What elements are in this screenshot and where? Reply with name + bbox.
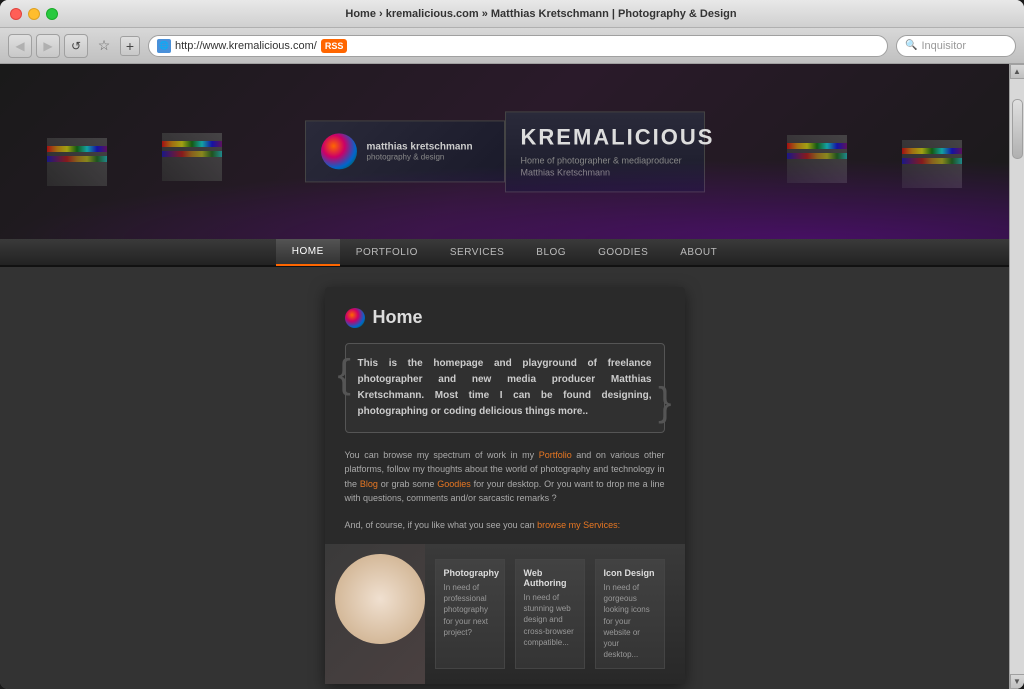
rss-button[interactable]: RSS xyxy=(321,39,348,53)
scroll-up-button[interactable]: ▲ xyxy=(1010,64,1024,79)
address-text: http://www.kremalicious.com/ xyxy=(175,40,317,52)
site-header: matthias kretschmann photography & desig… xyxy=(0,64,1009,239)
browser-window: Home › kremalicious.com » Matthias Krets… xyxy=(0,0,1024,689)
service-web-desc: In need of stunning web design and cross… xyxy=(524,592,576,648)
site-description: Home of photographer & mediaproducer Mat… xyxy=(521,154,689,179)
nav-portfolio[interactable]: Portfolio xyxy=(340,238,434,266)
services-row: Photography In need of professional phot… xyxy=(325,544,685,684)
title-bar: Home › kremalicious.com » Matthias Krets… xyxy=(0,0,1024,28)
portfolio-link[interactable]: Portfolio xyxy=(539,450,572,460)
color-thumb-3 xyxy=(787,135,847,183)
color-thumb-4 xyxy=(902,140,962,188)
close-button[interactable] xyxy=(10,8,22,20)
search-bar[interactable]: 🔍 Inquisitor xyxy=(896,35,1016,57)
reload-icon: ↺ xyxy=(71,39,81,53)
address-bar[interactable]: 🌐 http://www.kremalicious.com/ RSS xyxy=(148,35,888,57)
service-web-authoring[interactable]: Web Authoring In need of stunning web de… xyxy=(515,559,585,669)
logo-text: matthias kretschmann photography & desig… xyxy=(367,142,473,162)
window-title: Home › kremalicious.com » Matthias Krets… xyxy=(68,8,1014,20)
intro-text: This is the homepage and playground of f… xyxy=(358,356,652,420)
content-box: Home This is the homepage and playground… xyxy=(325,287,685,684)
body-text-2: And, of course, if you like what you see… xyxy=(345,518,665,532)
service-web-title: Web Authoring xyxy=(524,568,576,588)
scroll-down-button[interactable]: ▼ xyxy=(1010,674,1024,689)
search-placeholder: Inquisitor xyxy=(921,40,966,52)
title-orb xyxy=(345,308,365,328)
forward-button[interactable]: ▶ xyxy=(36,34,60,58)
nav-services[interactable]: Services xyxy=(434,238,520,266)
minimize-button[interactable] xyxy=(28,8,40,20)
scrollbar-track[interactable] xyxy=(1010,79,1024,674)
coffee-cup xyxy=(335,554,425,644)
logo-area: matthias kretschmann photography & desig… xyxy=(305,111,705,192)
intro-box: This is the homepage and playground of f… xyxy=(345,343,665,433)
reload-button[interactable]: ↺ xyxy=(64,34,88,58)
services-image xyxy=(325,544,425,684)
logo-sub: photography & design xyxy=(367,153,473,162)
logo-orb xyxy=(321,134,357,170)
service-icon-desc: In need of gorgeous looking icons for yo… xyxy=(604,582,656,660)
back-button[interactable]: ◀ xyxy=(8,34,32,58)
page-title: Home xyxy=(345,307,665,328)
service-icon-design[interactable]: Icon Design In need of gorgeous looking … xyxy=(595,559,665,669)
services-link[interactable]: browse my Services: xyxy=(537,520,620,530)
back-icon: ◀ xyxy=(15,39,24,53)
service-photography-desc: In need of professional photography for … xyxy=(444,582,496,638)
favicon: 🌐 xyxy=(157,39,171,53)
nav-about[interactable]: About xyxy=(664,238,733,266)
website: matthias kretschmann photography & desig… xyxy=(0,64,1009,689)
search-icon: 🔍 xyxy=(905,40,917,51)
toolbar: ◀ ▶ ↺ ☆ + 🌐 http://www.kremalicious.com/… xyxy=(0,28,1024,64)
body-text-1: You can browse my spectrum of work in my… xyxy=(345,448,665,506)
scrollbar: ▲ ▼ xyxy=(1009,64,1024,689)
scrollbar-thumb[interactable] xyxy=(1012,99,1023,159)
nav-home[interactable]: Home xyxy=(276,238,340,266)
zoom-button[interactable] xyxy=(46,8,58,20)
nav-blog[interactable]: Blog xyxy=(520,238,582,266)
logo-name: matthias kretschmann xyxy=(367,142,473,153)
logo-badge[interactable]: matthias kretschmann photography & desig… xyxy=(305,121,505,183)
site-title-area: KREMALICIOUS Home of photographer & medi… xyxy=(505,111,705,192)
bookmark-button[interactable]: ☆ xyxy=(92,34,116,58)
forward-icon: ▶ xyxy=(43,39,52,53)
site-title: KREMALICIOUS xyxy=(521,124,689,150)
browser-content: matthias kretschmann photography & desig… xyxy=(0,64,1024,689)
nav-goodies[interactable]: Goodies xyxy=(582,238,664,266)
service-icon-title: Icon Design xyxy=(604,568,656,578)
color-thumb-2 xyxy=(162,133,222,181)
site-nav: Home Portfolio Services Blog Goodies Abo… xyxy=(0,239,1009,267)
goodies-link[interactable]: Goodies xyxy=(437,479,471,489)
color-thumb-1 xyxy=(47,138,107,186)
add-tab-button[interactable]: + xyxy=(120,36,140,56)
traffic-lights xyxy=(10,8,58,20)
site-main: Home This is the homepage and playground… xyxy=(0,267,1009,689)
service-photography[interactable]: Photography In need of professional phot… xyxy=(435,559,505,669)
blog-link[interactable]: Blog xyxy=(360,479,378,489)
service-photography-title: Photography xyxy=(444,568,496,578)
add-tab-icon: + xyxy=(126,38,134,54)
bookmark-icon: ☆ xyxy=(98,37,111,54)
